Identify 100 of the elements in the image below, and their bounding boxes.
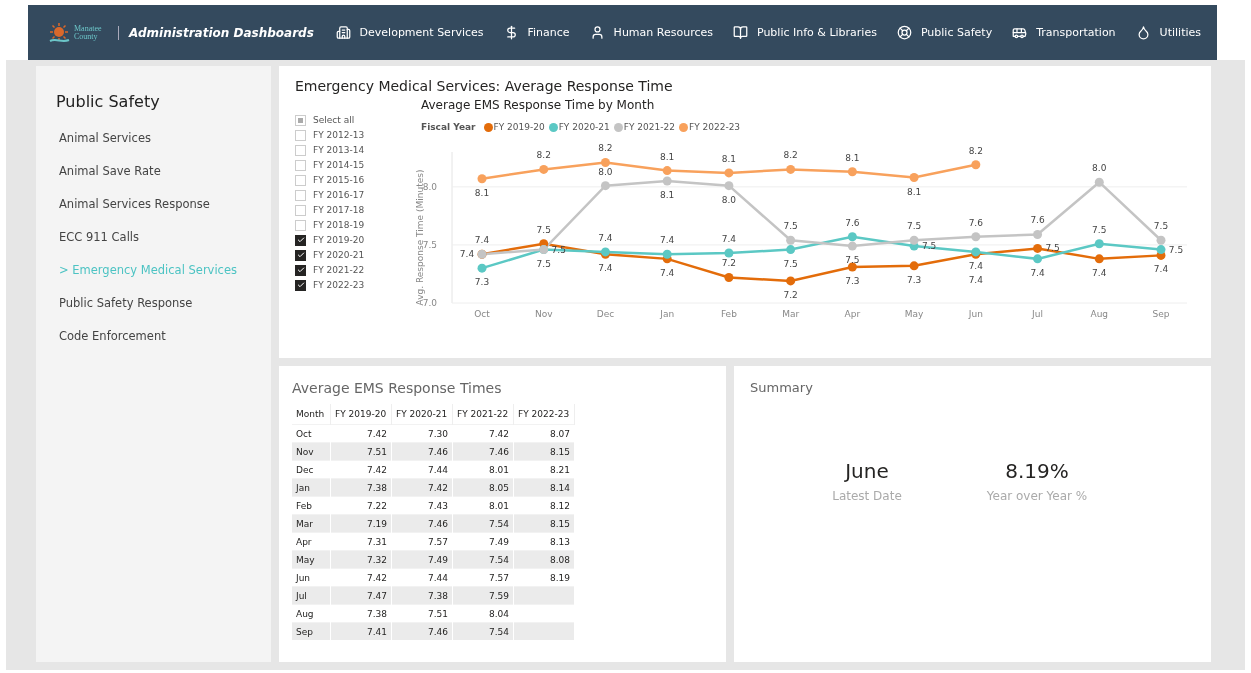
table-cell: 8.07 (513, 424, 575, 443)
year-checkbox[interactable]: FY 2017-18 (295, 204, 399, 217)
data-label: 7.5 (783, 221, 798, 232)
data-label: 7.4 (660, 267, 675, 278)
year-checkbox[interactable]: FY 2013-14 (295, 144, 399, 157)
sidebar-item[interactable]: Animal Save Rate (56, 164, 271, 197)
data-point (909, 173, 919, 183)
year-checkbox[interactable]: FY 2012-13 (295, 129, 399, 142)
person-icon (589, 25, 605, 40)
table-cell: Dec (292, 460, 331, 479)
year-checkbox[interactable]: FY 2020-21 (295, 249, 399, 262)
data-label: 7.2 (721, 258, 737, 269)
dashboard-title: Administration Dashboards (129, 25, 314, 40)
year-checkbox[interactable]: FY 2016-17 (295, 189, 399, 202)
year-checkbox[interactable]: FY 2021-22 (295, 264, 399, 277)
data-point (786, 245, 796, 255)
data-label: 7.4 (721, 234, 737, 245)
select-all-checkbox[interactable]: Select all (295, 114, 399, 127)
data-point (847, 232, 857, 242)
table-cell: Mar (292, 514, 331, 533)
sidebar-item[interactable]: Animal Services (56, 131, 271, 164)
x-tick-label: Feb (720, 309, 737, 319)
data-label: 7.5 (551, 244, 566, 255)
table-cell: 7.41 (330, 622, 392, 640)
data-label: 8.0 (721, 194, 737, 205)
data-point (724, 248, 734, 258)
x-tick-label: May (904, 309, 924, 319)
lifebuoy-icon (896, 25, 912, 40)
data-point (971, 160, 981, 170)
table-cell: 7.42 (330, 568, 392, 587)
sidebar-item[interactable]: Animal Services Response (56, 197, 271, 230)
year-checkbox[interactable]: FY 2018-19 (295, 219, 399, 232)
table-cell: 7.38 (330, 478, 392, 497)
x-tick-label: Sep (1152, 309, 1170, 319)
data-point (600, 157, 610, 167)
data-point (847, 241, 857, 251)
table-cell: 8.15 (513, 442, 575, 461)
sidebar-item[interactable]: Public Safety Response (56, 296, 271, 329)
table-cell: 7.42 (330, 424, 392, 443)
kpi-label: Year over Year % (986, 489, 1088, 503)
x-tick-label: Jul (1032, 309, 1043, 319)
legend-label: FY 2022-23 (688, 122, 741, 132)
data-point (1156, 235, 1166, 245)
table-cell: 7.47 (330, 586, 392, 605)
nav-link[interactable]: Public Info & Libraries (732, 25, 877, 40)
table-cell: Jun (292, 568, 331, 587)
book-icon (732, 25, 748, 40)
data-point (1094, 254, 1104, 264)
table-cell: 7.30 (391, 424, 453, 443)
year-checkbox[interactable]: FY 2019-20 (295, 234, 399, 247)
table-cell: 8.01 (452, 496, 514, 515)
summary-title: Summary (750, 380, 814, 395)
table-cell: 7.22 (330, 496, 392, 515)
data-label: 7.4 (968, 260, 983, 271)
table-cell: 8.04 (452, 604, 514, 623)
data-label: 7.5 (536, 258, 551, 269)
year-checkbox[interactable]: FY 2014-15 (295, 159, 399, 172)
data-point (724, 168, 734, 178)
table-cell: Jul (292, 586, 331, 605)
data-point (909, 235, 919, 245)
sidebar-item[interactable]: ECC 911 Calls (56, 230, 271, 263)
year-checkbox[interactable]: FY 2022-23 (295, 279, 399, 292)
data-label: 7.6 (1030, 215, 1045, 226)
nav-link[interactable]: Development Services (335, 25, 484, 40)
nav-link[interactable]: Public Safety (896, 25, 993, 40)
data-label: 7.5 (536, 224, 551, 235)
table-cell: 7.46 (391, 442, 453, 461)
data-label: 8.2 (598, 143, 613, 154)
data-point (786, 276, 796, 286)
table-cell: Aug (292, 604, 331, 623)
nav-link[interactable]: Human Resources (589, 25, 713, 40)
sidebar-item[interactable]: Code Enforcement (56, 329, 271, 362)
data-label: 7.4 (474, 235, 490, 246)
table-cell: 7.49 (391, 550, 453, 569)
table-cell: 7.54 (452, 550, 514, 569)
table-cell: 7.42 (452, 424, 514, 443)
table-cell: 8.01 (452, 460, 514, 479)
table-cell: 7.42 (391, 478, 453, 497)
nav-link[interactable]: Finance (503, 25, 570, 40)
data-label: 8.1 (906, 186, 922, 197)
data-label: 7.5 (1092, 224, 1107, 235)
data-label: 7.5 (921, 241, 937, 252)
table-cell: 7.54 (452, 622, 514, 640)
data-point (600, 181, 610, 191)
year-checkbox[interactable]: FY 2015-16 (295, 174, 399, 187)
nav-link[interactable]: Utilities (1135, 25, 1201, 40)
data-point (1094, 177, 1104, 187)
table-cell: 7.43 (391, 496, 453, 515)
data-point (1033, 243, 1043, 253)
table-cell: 8.15 (513, 514, 575, 533)
table-cell: Sep (292, 622, 331, 640)
data-label: 8.1 (660, 151, 675, 162)
data-label: 7.4 (1092, 267, 1107, 278)
sun-logo-icon (48, 21, 70, 44)
table-cell: 8.21 (513, 460, 575, 479)
x-tick-label: Aug (1090, 309, 1109, 319)
data-point (847, 167, 857, 177)
nav-link[interactable]: Transportation (1012, 25, 1116, 40)
kpi-value: June (845, 459, 889, 483)
data-point (786, 235, 796, 245)
